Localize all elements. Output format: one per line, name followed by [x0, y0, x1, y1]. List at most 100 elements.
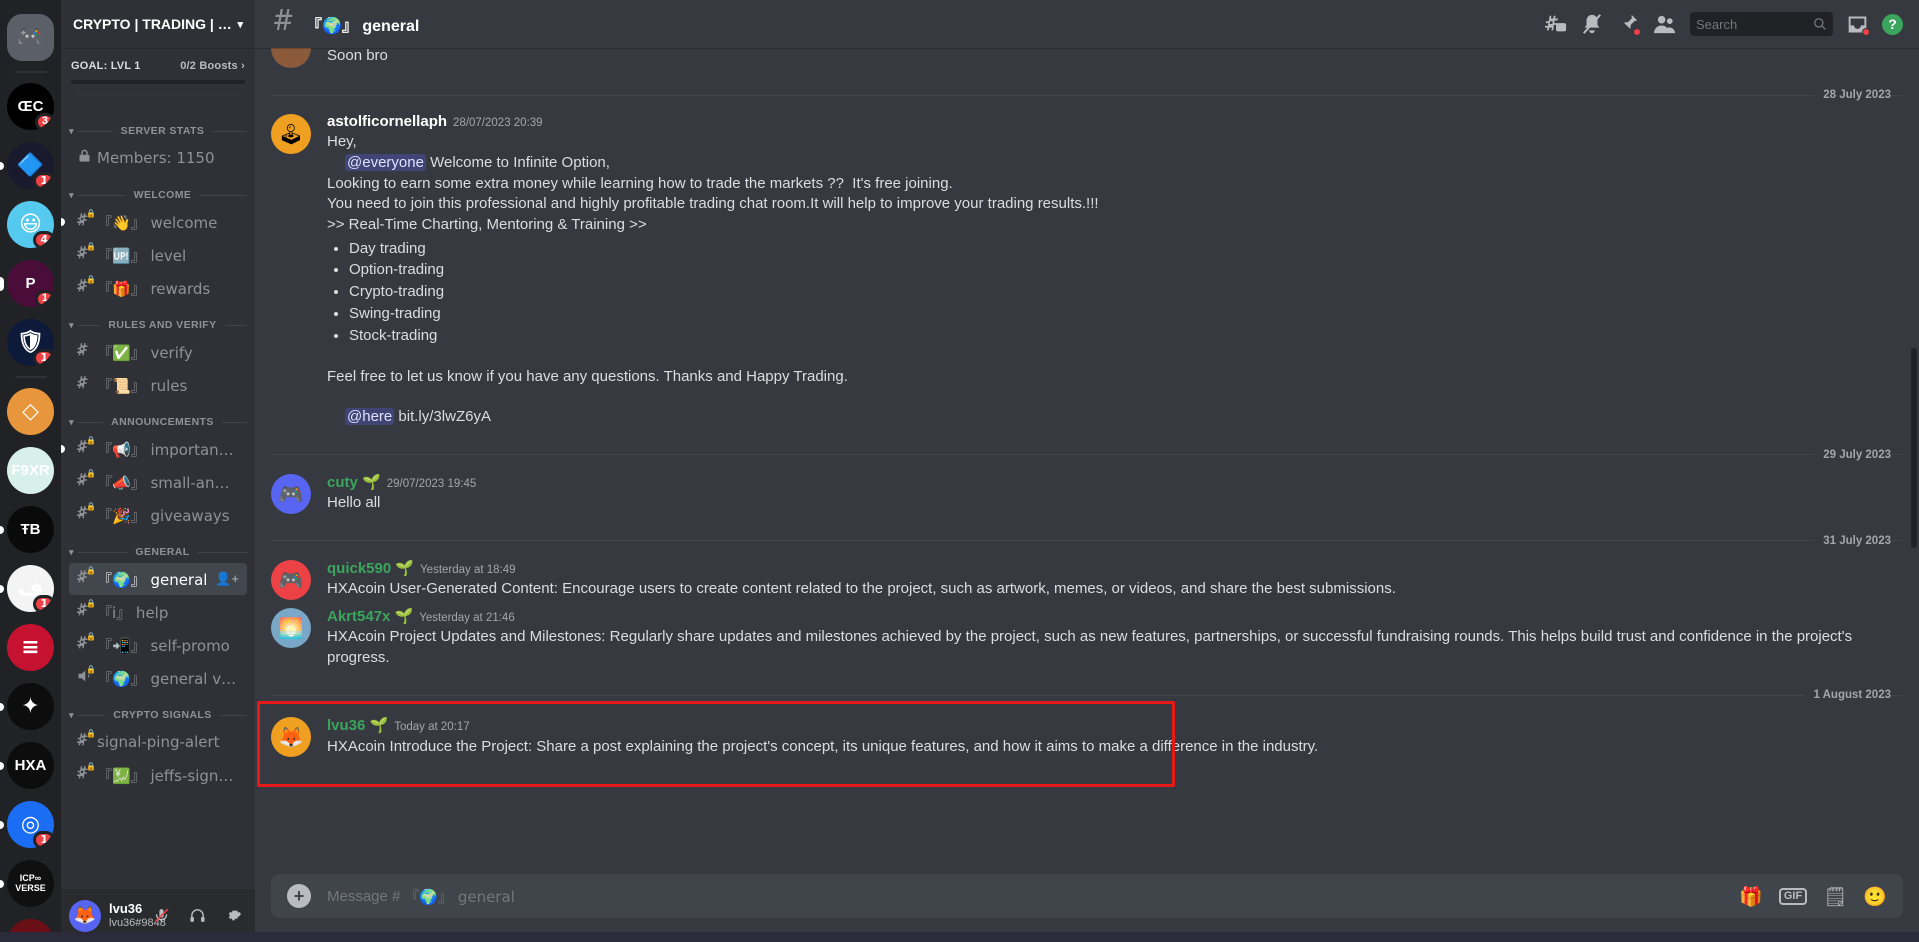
- chevron-down-icon: ▾: [69, 709, 74, 720]
- server-icon-server-shield[interactable]: 🛡 1: [7, 319, 54, 366]
- category-label: ANNOUNCEMENTS: [111, 416, 214, 428]
- channel-label: signal-ping-alert: [97, 733, 220, 751]
- server-icon-wrap: 😃 4: [0, 195, 61, 254]
- channel-item-rewards[interactable]: 🔒 『🎁』 rewards: [69, 272, 247, 304]
- inbox-icon[interactable]: [1847, 14, 1870, 36]
- message-list[interactable]: OWNER | [JEFF SIGNALS]23/07/2023 01:00So…: [255, 48, 1919, 874]
- add-member-icon[interactable]: 👤+: [215, 571, 239, 587]
- member-list-icon[interactable]: [1653, 13, 1676, 36]
- lock-icon: 🔒: [86, 598, 96, 608]
- channel-item-important-announcements[interactable]: 🔒『📢』 important-anno...: [61, 433, 247, 465]
- avatar[interactable]: [271, 48, 311, 68]
- message-partial-top: OWNER | [JEFF SIGNALS]23/07/2023 01:00So…: [255, 48, 1919, 71]
- guild-header[interactable]: CRYPTO | TRADING | CO... ▾: [61, 0, 255, 48]
- server-icon-home-discord[interactable]: 🎮: [7, 14, 54, 61]
- message-timestamp: Yesterday at 18:49: [420, 563, 516, 576]
- channel-title: 『🌍』 general: [306, 18, 420, 35]
- threads-icon[interactable]: [1545, 13, 1567, 35]
- server-unread-pill: [0, 702, 4, 711]
- emoji-icon[interactable]: 🙂: [1863, 885, 1887, 908]
- server-icon-server-cyan-face[interactable]: 😃 4: [7, 201, 54, 248]
- server-icon-server-f9xr[interactable]: F9XR: [7, 447, 54, 494]
- avatar[interactable]: 🦊: [69, 899, 101, 932]
- headphones-button[interactable]: [183, 902, 211, 930]
- help-icon[interactable]: ?: [1882, 13, 1903, 35]
- channel-item-help[interactable]: 🔒 『i』 help: [69, 596, 247, 628]
- gif-icon[interactable]: GIF: [1778, 887, 1808, 905]
- gift-icon[interactable]: 🎁: [1739, 885, 1763, 908]
- category-rules-and-verify[interactable]: ▾ RULES AND VERIFY: [61, 305, 255, 335]
- chevron-down-icon: ▾: [69, 189, 74, 200]
- notifications-muted-icon[interactable]: [1581, 13, 1603, 35]
- channel-item-level[interactable]: 🔒 『🆙』 level: [69, 239, 247, 271]
- server-rail[interactable]: 🎮ŒC3🔷1😃4P1🛡1◇F9XRŦBف1≡✦HΧA◎1ICP∞ VERSETR…: [0, 0, 61, 942]
- avatar[interactable]: 🎮: [271, 559, 311, 600]
- channel-item-giveaways[interactable]: 🔒 『🎉』 giveaways: [69, 499, 247, 531]
- boost-progress[interactable]: GOAL: LVL 1 0/2 Boosts ›: [61, 48, 255, 101]
- hash-icon: 🔒: [77, 598, 97, 624]
- message-text: Soon bro: [327, 48, 388, 65]
- mention-here[interactable]: @here: [345, 408, 395, 426]
- channel-item-rules[interactable]: 『📜』 rules: [69, 369, 247, 401]
- search-input[interactable]: Search: [1690, 12, 1833, 36]
- server-icon-wrap: ŦB: [0, 500, 61, 559]
- chevron-down-icon: ▾: [69, 319, 74, 330]
- server-badge: 1: [33, 831, 54, 848]
- server-icon-server-bank[interactable]: ≡: [7, 624, 54, 671]
- message-link[interactable]: bit.ly/3lwZ6yA: [398, 408, 491, 425]
- channel-item-welcome[interactable]: 🔒 『👋』 welcome: [61, 206, 247, 238]
- sticker-icon[interactable]: 🗒: [1823, 885, 1847, 908]
- channel-item-small-announcements[interactable]: 🔒『📣』 small-announce...: [69, 466, 247, 498]
- category-line: [199, 194, 247, 196]
- message-author[interactable]: cuty 🌱: [327, 472, 381, 493]
- mic-muted-button[interactable]: [147, 902, 175, 930]
- user-names[interactable]: lvu36 lvu36#9848: [109, 901, 166, 930]
- channel-list[interactable]: ▾ SERVER STATS Members: 1150 ▾ WELCOME 🔒 『👋』 w…: [61, 101, 255, 889]
- unread-indicator: [61, 218, 65, 226]
- message-author[interactable]: astolficornellaph: [327, 112, 447, 132]
- category-announcements[interactable]: ▾ ANNOUNCEMENTS: [61, 402, 255, 432]
- category-label: WELCOME: [133, 189, 192, 201]
- divider-date: 31 July 2023: [1823, 534, 1891, 547]
- boost-bar: [71, 80, 245, 84]
- server-icon-server-hxa[interactable]: HΧA: [7, 742, 54, 789]
- category-welcome[interactable]: ▾ WELCOME: [61, 175, 255, 205]
- add-attachment-icon[interactable]: +: [287, 884, 311, 908]
- channel-item-signal-ping-alert[interactable]: 🔒 signal-ping-alert: [69, 726, 247, 758]
- message-author[interactable]: Akrt547x 🌱: [327, 606, 413, 627]
- server-icon-server-blue-diamond[interactable]: 🔷 1: [7, 142, 54, 189]
- message-scrollbar[interactable]: [1911, 348, 1917, 548]
- channel-item-members[interactable]: Members: 1150: [69, 142, 247, 174]
- date-divider-28-july: 28 July 2023: [271, 89, 1903, 101]
- unread-indicator: [61, 445, 65, 453]
- chevron-down-icon: ▾: [69, 546, 74, 557]
- channel-item-jeffs-signals[interactable]: 🔒 『💹』 jeffs-signals: [69, 759, 247, 791]
- lock-icon: 🔒: [86, 274, 96, 284]
- channel-item-general-voice[interactable]: 🔒 『🌍』 general voice: [69, 662, 247, 694]
- message-author[interactable]: quick590 🌱: [327, 558, 414, 579]
- avatar[interactable]: 🕹: [271, 114, 311, 154]
- server-icon-server-blue-ring[interactable]: ◎ 1: [7, 801, 54, 848]
- server-icon-server-p[interactable]: P1: [7, 260, 54, 307]
- server-icon-server-calligraphy[interactable]: ف1: [7, 565, 54, 612]
- mention-everyone[interactable]: @everyone: [345, 153, 426, 171]
- avatar[interactable]: 🎮: [271, 473, 311, 514]
- highlight-box: [257, 701, 1175, 788]
- user-settings-button[interactable]: [219, 902, 247, 930]
- server-icon-server-bowtie[interactable]: ✦: [7, 683, 54, 730]
- avatar[interactable]: 🌅: [271, 607, 311, 648]
- server-icon-server-icpverse[interactable]: ICP∞ VERSE: [7, 860, 54, 907]
- message-input[interactable]: Message # 『🌍』 general: [327, 886, 1723, 907]
- category-crypto-signals[interactable]: ▾ CRYPTO SIGNALS: [61, 695, 255, 725]
- server-icon-server-cc[interactable]: ŒC 3: [7, 83, 54, 130]
- channel-item-general[interactable]: 🔒 『🌍』 general 👤+: [69, 563, 247, 595]
- server-icon-server-tb[interactable]: ŦB: [7, 506, 54, 553]
- pinned-messages-icon[interactable]: [1617, 13, 1641, 36]
- category-server-stats[interactable]: ▾ SERVER STATS: [61, 111, 255, 141]
- message-composer[interactable]: + Message # 『🌍』 general 🎁 GIF 🗒 🙂: [271, 874, 1903, 918]
- chevron-down-icon: ▾: [237, 18, 243, 31]
- category-general[interactable]: ▾ GENERAL: [61, 532, 255, 562]
- server-icon-server-orange-diamond[interactable]: ◇: [7, 388, 54, 435]
- channel-item-self-promo[interactable]: 🔒 『📲』 self-promo: [69, 629, 247, 661]
- channel-item-verify[interactable]: 『✅』 verify: [69, 336, 247, 368]
